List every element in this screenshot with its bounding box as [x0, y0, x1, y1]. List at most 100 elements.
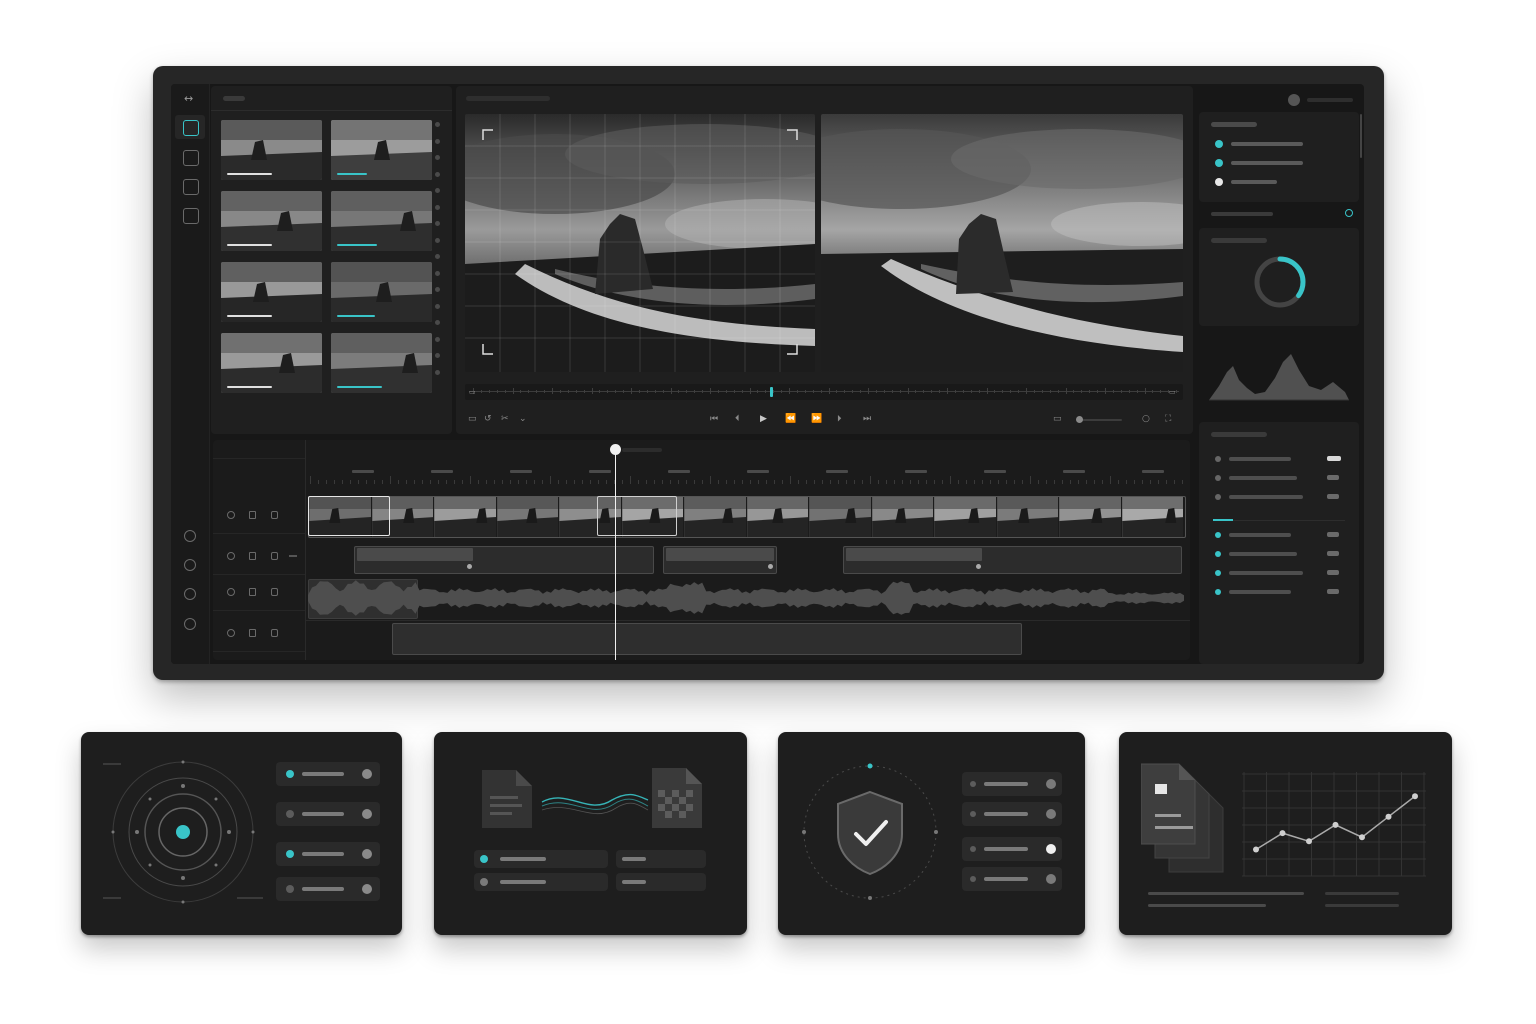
bin-scroll-dot[interactable] — [435, 369, 440, 375]
property-dot[interactable] — [1215, 532, 1221, 538]
source-viewer[interactable] — [465, 114, 815, 372]
scrub-bar[interactable]: ▭ ▭ — [465, 384, 1183, 400]
titles-icon[interactable] — [183, 179, 199, 195]
more-icon[interactable]: ⌄ — [519, 414, 527, 424]
eye-icon[interactable] — [227, 552, 235, 560]
sync-row[interactable] — [474, 873, 608, 891]
media-icon[interactable] — [183, 120, 199, 136]
inspector-scrollbar[interactable] — [1360, 114, 1362, 158]
split-icon[interactable]: ✂ — [501, 414, 509, 424]
playhead-clip[interactable] — [597, 496, 677, 536]
program-viewer[interactable] — [821, 114, 1183, 372]
radio-option[interactable] — [1215, 159, 1223, 167]
speaker-icon[interactable] — [249, 552, 256, 560]
media-thumbnail[interactable] — [221, 120, 322, 180]
link-icon[interactable] — [289, 555, 297, 557]
scrub-playhead[interactable] — [770, 387, 773, 397]
clip-keyframe[interactable] — [976, 564, 981, 569]
skip-end-icon[interactable]: ⏭ — [863, 414, 871, 424]
bin-scroll-dot[interactable] — [435, 221, 440, 226]
bin-scroll-dot[interactable] — [435, 336, 440, 342]
clip-keyframe[interactable] — [467, 564, 472, 569]
title-clip-3[interactable] — [843, 546, 1182, 574]
target-row[interactable] — [276, 802, 380, 826]
settings-icon[interactable] — [184, 530, 196, 542]
target-card[interactable] — [81, 732, 402, 935]
bin-scroll-dot[interactable] — [435, 138, 440, 144]
security-row[interactable] — [962, 772, 1062, 796]
target-row[interactable] — [276, 877, 380, 901]
mark-in-icon[interactable]: ▭ — [469, 387, 476, 397]
media-thumbnail[interactable] — [331, 333, 432, 393]
property-value[interactable] — [1327, 475, 1339, 480]
fullscreen-icon[interactable]: ⛶ — [1165, 414, 1171, 424]
media-thumbnail[interactable] — [331, 262, 432, 322]
refresh-icon[interactable] — [1345, 209, 1353, 217]
security-row[interactable] — [962, 837, 1062, 861]
audio-icon[interactable] — [184, 559, 196, 571]
radio-option[interactable] — [1215, 140, 1223, 148]
media-thumbnail[interactable] — [331, 120, 432, 180]
title-clip-2[interactable] — [663, 546, 777, 574]
row-toggle[interactable] — [362, 769, 372, 779]
media-thumbnail[interactable] — [221, 262, 322, 322]
zoom-icon[interactable]: ○ — [1142, 414, 1150, 424]
sync-card[interactable] — [434, 732, 747, 935]
eye-icon[interactable] — [227, 629, 235, 637]
speaker-icon[interactable] — [249, 588, 256, 596]
row-toggle[interactable] — [362, 849, 372, 859]
row-toggle[interactable] — [362, 884, 372, 894]
snapshot-icon[interactable]: ▭ — [468, 414, 477, 424]
next-frame-icon[interactable]: ⏵ — [837, 414, 842, 424]
property-value[interactable] — [1327, 456, 1341, 461]
sync-row[interactable] — [474, 850, 608, 868]
playhead-handle[interactable] — [610, 444, 621, 455]
property-value[interactable] — [1327, 532, 1339, 537]
avatar[interactable] — [1288, 94, 1300, 106]
property-dot[interactable] — [1215, 475, 1221, 481]
clip-keyframe[interactable] — [768, 564, 773, 569]
row-toggle[interactable] — [1046, 809, 1056, 819]
fast-forward-icon[interactable]: ⏩ — [811, 414, 822, 424]
speaker-icon[interactable] — [249, 511, 256, 519]
lock-icon[interactable] — [271, 588, 278, 596]
target-row[interactable] — [276, 842, 380, 866]
collapse-icon[interactable]: ↔ — [184, 93, 193, 104]
media-thumbnail[interactable] — [331, 191, 432, 251]
timeline-ruler[interactable] — [306, 440, 1190, 490]
lock-icon[interactable] — [271, 511, 278, 519]
property-dot[interactable] — [1215, 589, 1221, 595]
property-value[interactable] — [1327, 551, 1339, 556]
export-icon[interactable] — [184, 588, 196, 600]
captions-icon[interactable] — [183, 208, 199, 224]
video-track-clip[interactable] — [308, 496, 1186, 538]
property-dot[interactable] — [1215, 551, 1221, 557]
security-card[interactable] — [778, 732, 1085, 935]
volume-icon[interactable]: ▭ — [1053, 414, 1062, 424]
row-toggle[interactable] — [1046, 779, 1056, 789]
timeline-playhead[interactable] — [610, 444, 621, 660]
prev-frame-icon[interactable]: ⏴ — [735, 414, 740, 424]
bin-scroll-dot[interactable] — [435, 303, 440, 309]
rewind-icon[interactable]: ⏪ — [785, 414, 796, 424]
eye-icon[interactable] — [227, 511, 235, 519]
media-thumbnail[interactable] — [221, 333, 322, 393]
eye-icon[interactable] — [227, 588, 235, 596]
bin-scroll-dot[interactable] — [435, 171, 440, 177]
security-row[interactable] — [962, 867, 1062, 891]
effects-icon[interactable] — [183, 150, 199, 166]
property-value[interactable] — [1327, 494, 1339, 499]
analytics-card[interactable] — [1119, 732, 1452, 935]
property-value[interactable] — [1327, 570, 1339, 575]
property-dot[interactable] — [1215, 456, 1221, 462]
bin-scroll-dot[interactable] — [435, 320, 440, 325]
selected-clip[interactable] — [308, 496, 390, 536]
title-clip-1[interactable] — [354, 546, 654, 574]
property-value[interactable] — [1327, 589, 1339, 594]
loop-icon[interactable]: ↺ — [484, 414, 492, 424]
bin-scroll-dot[interactable] — [435, 122, 440, 127]
volume-slider[interactable] — [1076, 416, 1122, 423]
bin-scroll-dot[interactable] — [435, 188, 440, 193]
property-dot[interactable] — [1215, 570, 1221, 576]
bin-scroll-dot[interactable] — [435, 353, 440, 358]
